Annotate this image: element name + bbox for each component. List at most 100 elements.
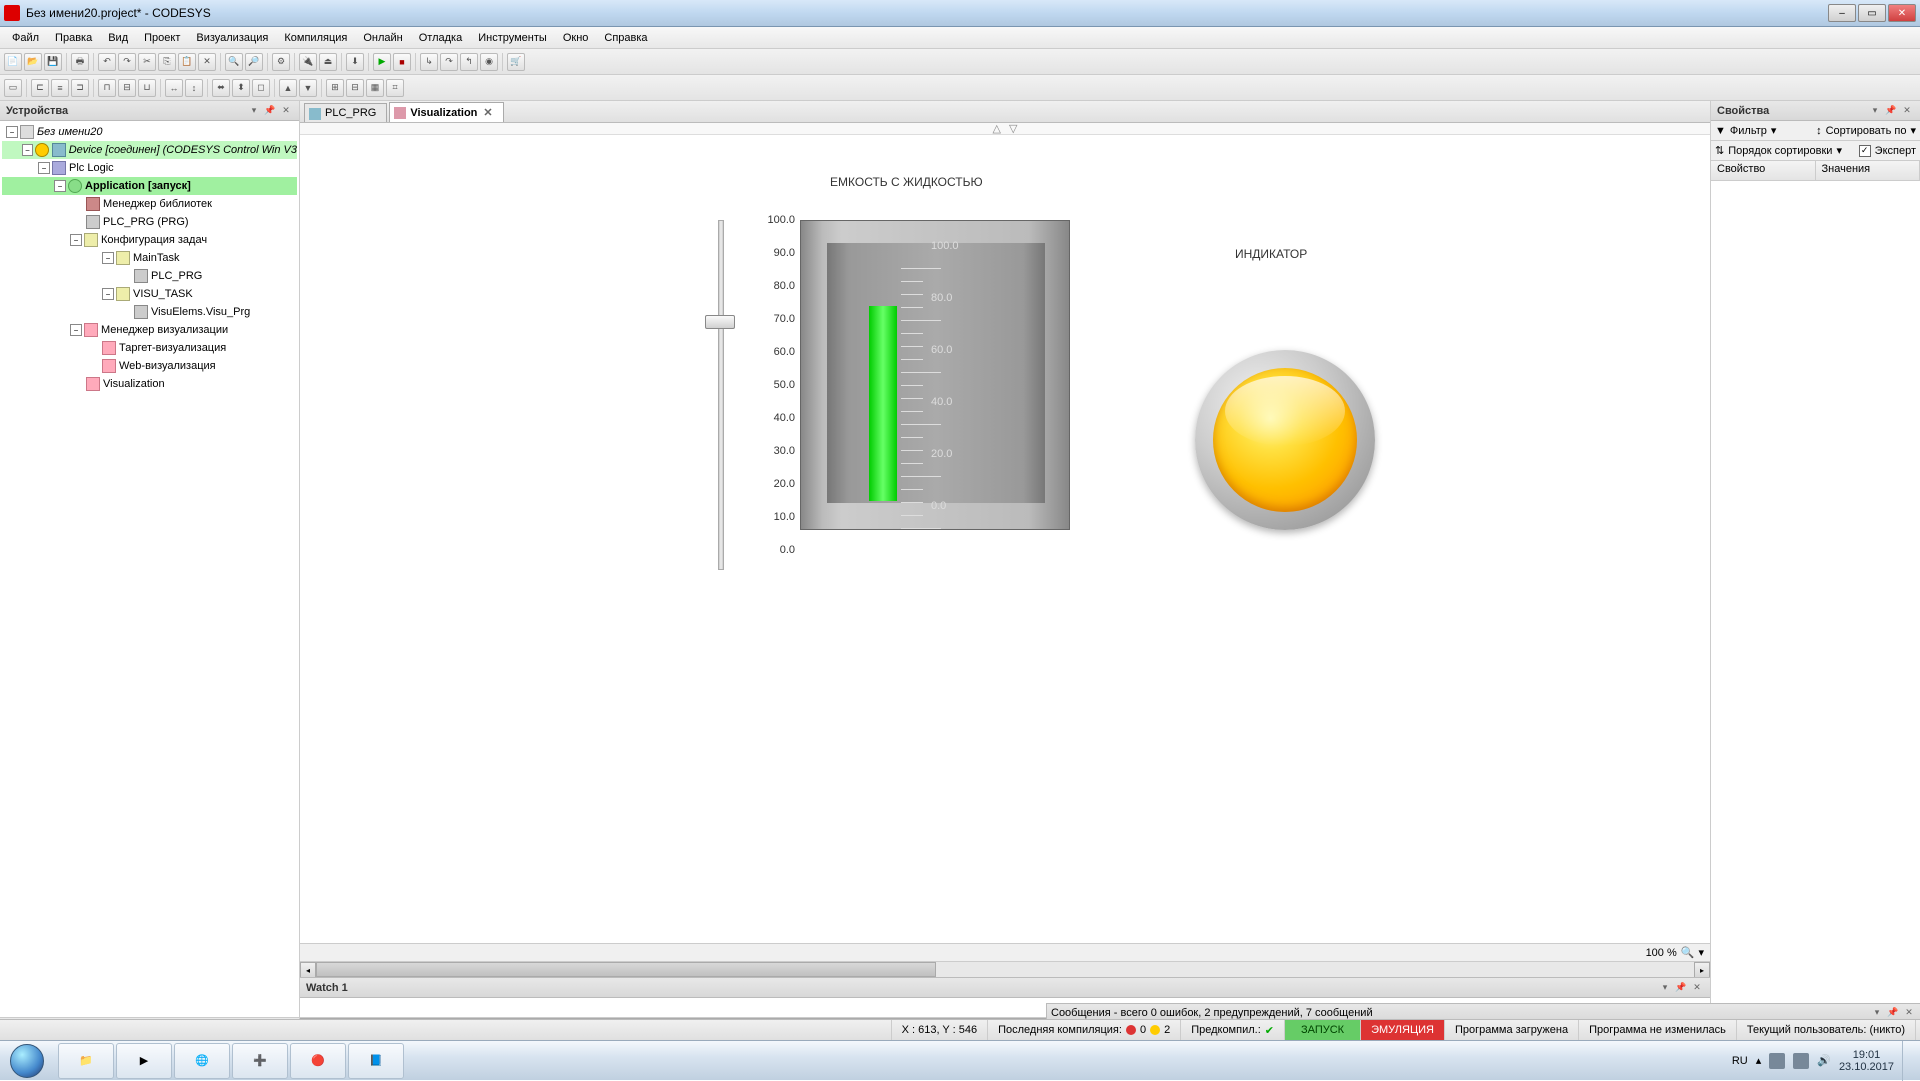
- msg-dropdown-icon[interactable]: ▾: [1870, 1006, 1884, 1020]
- tray-lang[interactable]: RU: [1732, 1055, 1748, 1067]
- tb-build[interactable]: ⚙: [272, 53, 290, 71]
- tb-new[interactable]: 📄: [4, 53, 22, 71]
- tree-device[interactable]: −Device [соединен] (CODESYS Control Win …: [2, 141, 297, 159]
- tb-dist-h[interactable]: ↔: [165, 79, 183, 97]
- menu-online[interactable]: Онлайн: [355, 30, 410, 46]
- tree-visualization[interactable]: Visualization: [2, 375, 297, 393]
- tb-basket[interactable]: 🛒: [507, 53, 525, 71]
- tree-library-manager[interactable]: Менеджер библиотек: [2, 195, 297, 213]
- zoom-icon[interactable]: 🔍: [1681, 946, 1695, 959]
- tb-align-left[interactable]: ⊏: [31, 79, 49, 97]
- tree-maintask-prg[interactable]: PLC_PRG: [2, 267, 297, 285]
- menu-debug[interactable]: Отладка: [411, 30, 470, 46]
- tb-align-center[interactable]: ≡: [51, 79, 69, 97]
- expert-checkbox[interactable]: ✓: [1859, 145, 1871, 157]
- tb-dist-v[interactable]: ↕: [185, 79, 203, 97]
- tree-project[interactable]: −Без имени20: [2, 123, 297, 141]
- menu-view[interactable]: Вид: [100, 30, 136, 46]
- tree-application[interactable]: −Application [запуск]: [2, 177, 297, 195]
- tree-plc-logic[interactable]: −Plc Logic: [2, 159, 297, 177]
- tb-same-height[interactable]: ⬍: [232, 79, 250, 97]
- watch-dropdown-icon[interactable]: ▾: [1658, 981, 1672, 995]
- tb-copy[interactable]: ⎘: [158, 53, 176, 71]
- canvas-hscroll[interactable]: ◂▸: [300, 961, 1710, 977]
- panel-pin-icon[interactable]: 📌: [263, 104, 277, 118]
- device-tree[interactable]: −Без имени20 −Device [соединен] (CODESYS…: [0, 121, 299, 1017]
- tree-visu-task[interactable]: −VISU_TASK: [2, 285, 297, 303]
- zoom-dropdown-icon[interactable]: ▾: [1698, 946, 1704, 959]
- tb-stop[interactable]: ■: [393, 53, 411, 71]
- sort-label[interactable]: Сортировать по: [1826, 125, 1907, 137]
- tb-open[interactable]: 📂: [24, 53, 42, 71]
- tb-undo[interactable]: ↶: [98, 53, 116, 71]
- sortorder-label[interactable]: Порядок сортировки: [1728, 145, 1832, 157]
- tb-step-out[interactable]: ↰: [460, 53, 478, 71]
- tree-plc-prg[interactable]: PLC_PRG (PRG): [2, 213, 297, 231]
- menu-visualization[interactable]: Визуализация: [188, 30, 276, 46]
- close-button[interactable]: ✕: [1888, 4, 1916, 22]
- tray-network-icon[interactable]: [1793, 1053, 1809, 1069]
- menu-help[interactable]: Справка: [596, 30, 655, 46]
- tree-visuelems[interactable]: VisuElems.Visu_Prg: [2, 303, 297, 321]
- tree-task-config[interactable]: −Конфигурация задач: [2, 231, 297, 249]
- tb-group[interactable]: ⊞: [326, 79, 344, 97]
- tb-align-top[interactable]: ⊓: [98, 79, 116, 97]
- tray-flag-icon[interactable]: [1769, 1053, 1785, 1069]
- tray-clock[interactable]: 19:0123.10.2017: [1839, 1049, 1894, 1073]
- tree-vis-manager[interactable]: −Менеджер визуализации: [2, 321, 297, 339]
- tb-print[interactable]: 🖶: [71, 53, 89, 71]
- tb-send-back[interactable]: ▼: [299, 79, 317, 97]
- tb-delete[interactable]: ✕: [198, 53, 216, 71]
- start-button[interactable]: [0, 1041, 54, 1081]
- panel-dropdown-icon[interactable]: ▾: [247, 104, 261, 118]
- tb-step-into[interactable]: ↳: [420, 53, 438, 71]
- watch-close-icon[interactable]: ✕: [1690, 981, 1704, 995]
- props-dropdown-icon[interactable]: ▾: [1868, 104, 1882, 118]
- visualization-canvas[interactable]: ЕМКОСТЬ С ЖИДКОСТЬЮ 100.0 90.0 80.0 70.0…: [300, 135, 1710, 943]
- tb-same-width[interactable]: ⬌: [212, 79, 230, 97]
- tb-cut[interactable]: ✂: [138, 53, 156, 71]
- tb-bring-front[interactable]: ▲: [279, 79, 297, 97]
- tab-visualization[interactable]: Visualization✕: [389, 102, 503, 122]
- watch-pin-icon[interactable]: 📌: [1674, 981, 1688, 995]
- slider-track[interactable]: [718, 220, 724, 570]
- tree-target-vis[interactable]: Таргет-визуализация: [2, 339, 297, 357]
- msg-pin-icon[interactable]: 📌: [1886, 1006, 1900, 1020]
- task-media[interactable]: ▶: [116, 1043, 172, 1079]
- tb-align-right[interactable]: ⊐: [71, 79, 89, 97]
- tb-step-over[interactable]: ↷: [440, 53, 458, 71]
- menu-compile[interactable]: Компиляция: [276, 30, 355, 46]
- task-chrome[interactable]: 🌐: [174, 1043, 230, 1079]
- tb-save[interactable]: 💾: [44, 53, 62, 71]
- tb-logout[interactable]: ⏏: [319, 53, 337, 71]
- tb-align-middle[interactable]: ⊟: [118, 79, 136, 97]
- filter-label[interactable]: Фильтр: [1730, 125, 1767, 137]
- task-word[interactable]: 📘: [348, 1043, 404, 1079]
- tb-ungroup[interactable]: ⊟: [346, 79, 364, 97]
- task-explorer[interactable]: 📁: [58, 1043, 114, 1079]
- tb-align-bottom[interactable]: ⊔: [138, 79, 156, 97]
- tb-download[interactable]: ⬇: [346, 53, 364, 71]
- tray-volume-icon[interactable]: 🔊: [1817, 1054, 1831, 1067]
- tab-close-icon[interactable]: ✕: [483, 107, 492, 119]
- tb-same-size[interactable]: ◻: [252, 79, 270, 97]
- menu-window[interactable]: Окно: [555, 30, 597, 46]
- task-dc[interactable]: ➕: [232, 1043, 288, 1079]
- props-close-icon[interactable]: ✕: [1900, 104, 1914, 118]
- tree-maintask[interactable]: −MainTask: [2, 249, 297, 267]
- msg-close-icon[interactable]: ✕: [1902, 1006, 1916, 1020]
- tb-breakpoint[interactable]: ◉: [480, 53, 498, 71]
- menu-project[interactable]: Проект: [136, 30, 188, 46]
- tree-web-vis[interactable]: Web-визуализация: [2, 357, 297, 375]
- tb-grid[interactable]: ▦: [366, 79, 384, 97]
- tb-select[interactable]: ▭: [4, 79, 22, 97]
- show-desktop-button[interactable]: [1902, 1041, 1912, 1081]
- tray-up-icon[interactable]: ▴: [1756, 1054, 1762, 1067]
- maximize-button[interactable]: ▭: [1858, 4, 1886, 22]
- tb-snap[interactable]: ⌗: [386, 79, 404, 97]
- menu-edit[interactable]: Правка: [47, 30, 100, 46]
- tb-run[interactable]: ▶: [373, 53, 391, 71]
- tb-login[interactable]: 🔌: [299, 53, 317, 71]
- props-pin-icon[interactable]: 📌: [1884, 104, 1898, 118]
- menu-file[interactable]: Файл: [4, 30, 47, 46]
